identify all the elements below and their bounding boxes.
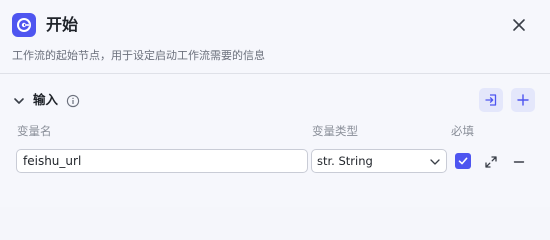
column-header-required: 必填 [451,124,474,138]
node-description: 工作流的起始节点，用于设定启动工作流需要的信息 [12,49,265,62]
check-icon [458,157,468,165]
variable-type-select[interactable]: str. String [311,149,447,173]
close-button[interactable] [508,14,530,36]
close-icon [513,19,525,31]
chevron-down-icon[interactable] [12,93,26,107]
info-icon[interactable] [66,93,80,108]
column-header-type: 变量类型 [312,124,358,138]
column-header-name: 变量名 [17,124,52,138]
chevron-down-icon [430,159,440,165]
expand-icon[interactable] [484,154,498,168]
required-checkbox[interactable] [455,153,471,169]
variable-type-value: str. String [317,154,373,168]
plus-icon [517,94,529,106]
import-icon [485,94,497,106]
import-button[interactable] [479,88,503,112]
start-node-icon [12,13,36,37]
remove-variable-icon[interactable] [512,154,526,168]
page-title: 开始 [46,15,79,34]
section-title: 输入 [33,92,59,107]
add-variable-button[interactable] [511,88,535,112]
panel-header: 开始 工作流的起始节点，用于设定启动工作流需要的信息 [0,0,550,74]
variable-name-input[interactable] [16,149,308,173]
input-section: 输入 变量名 变量类型 必填 str. String [0,75,550,207]
start-node-panel: 开始 工作流的起始节点，用于设定启动工作流需要的信息 输入 变量名 变量类型 必… [0,0,550,207]
